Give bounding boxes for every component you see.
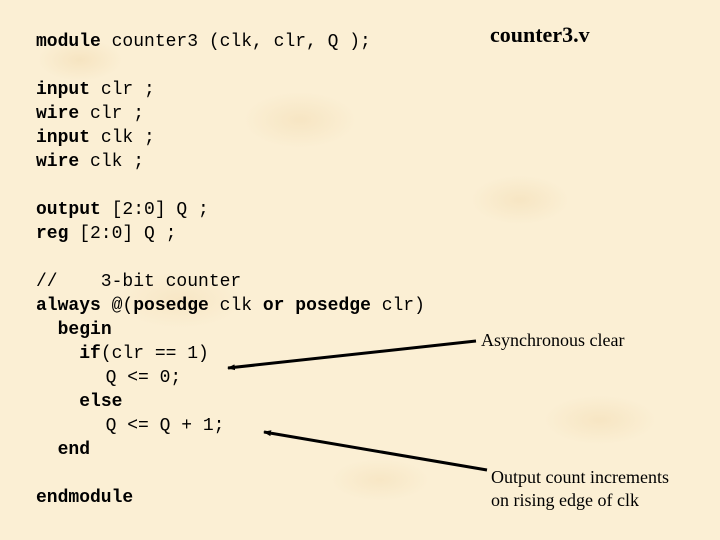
arrow-async-clear (227, 339, 477, 371)
arrows-layer (227, 339, 488, 472)
arrow-increment (263, 430, 488, 472)
